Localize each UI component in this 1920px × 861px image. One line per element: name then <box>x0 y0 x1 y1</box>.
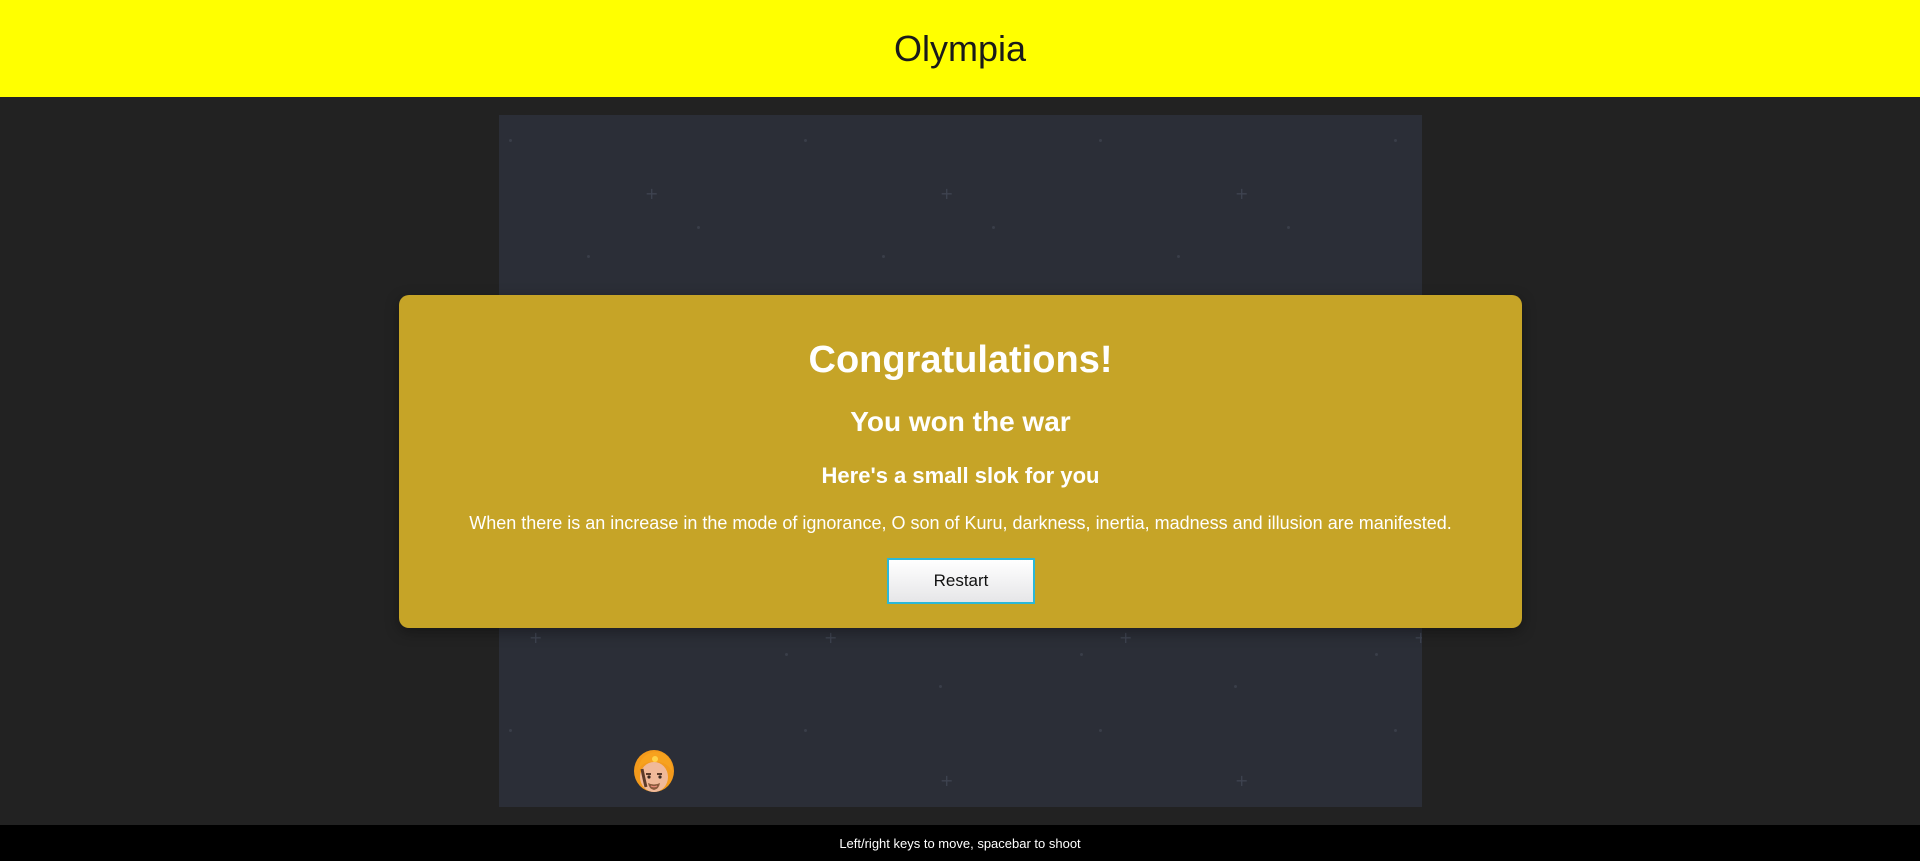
star-dot <box>1375 653 1378 656</box>
star-dot <box>785 653 788 656</box>
star-icon: + <box>1414 628 1422 647</box>
star-icon: + <box>940 184 954 203</box>
star-dot <box>1287 226 1290 229</box>
modal-title: Congratulations! <box>808 339 1113 381</box>
star-icon: + <box>1119 628 1133 647</box>
star-dot <box>804 729 807 732</box>
warrior-face-icon <box>634 750 674 792</box>
star-icon: + <box>645 184 659 203</box>
star-dot <box>697 226 700 229</box>
star-icon: + <box>1235 771 1249 790</box>
star-dot <box>804 139 807 142</box>
slok-heading: Here's a small slok for you <box>821 463 1100 488</box>
star-dot <box>1394 729 1397 732</box>
modal-subtitle: You won the war <box>850 406 1071 437</box>
slok-quote: When there is an increase in the mode of… <box>469 513 1452 533</box>
star-dot <box>1394 139 1397 142</box>
star-dot <box>509 139 512 142</box>
star-dot <box>882 255 885 258</box>
star-icon: + <box>940 771 954 790</box>
star-icon: + <box>529 628 543 647</box>
star-dot <box>509 729 512 732</box>
star-dot <box>1177 255 1180 258</box>
star-dot <box>1080 653 1083 656</box>
star-dot <box>1234 685 1237 688</box>
star-icon: + <box>824 628 838 647</box>
victory-modal: Congratulations! You won the war Here's … <box>399 295 1522 628</box>
star-dot <box>939 685 942 688</box>
star-dot <box>1099 729 1102 732</box>
page-title: Olympia <box>893 27 1027 69</box>
controls-instructions: Left/right keys to move, spacebar to sho… <box>839 835 1081 851</box>
footer-bar: Left/right keys to move, spacebar to sho… <box>0 825 1920 861</box>
restart-button[interactable]: Restart <box>887 558 1035 604</box>
header-bar: Olympia <box>0 0 1920 97</box>
star-dot <box>992 226 995 229</box>
star-dot <box>1099 139 1102 142</box>
star-dot <box>587 255 590 258</box>
star-icon: + <box>1235 184 1249 203</box>
